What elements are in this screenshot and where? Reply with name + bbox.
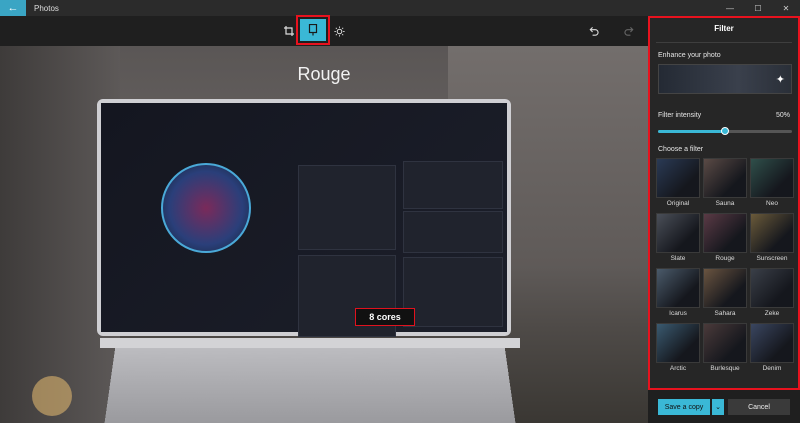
laptop-keyboard: [104, 347, 516, 423]
filter-thumbnail: [656, 213, 700, 253]
watermark-logo: [32, 376, 72, 416]
photo-preview: Rouge 8 cores: [0, 46, 648, 423]
intensity-label: Filter intensity: [658, 112, 702, 119]
save-options-dropdown[interactable]: ⌄: [712, 399, 724, 415]
save-copy-button[interactable]: Save a copy: [658, 399, 710, 415]
filter-name: Icarus: [669, 310, 687, 317]
filter-option[interactable]: Rouge: [703, 213, 747, 262]
crop-icon: [284, 26, 294, 36]
filter-thumbnail: [656, 158, 700, 198]
slider-thumb[interactable]: [721, 127, 729, 135]
divider: [656, 42, 792, 43]
undo-icon: [589, 26, 599, 36]
armoury-crate-screen: [101, 103, 507, 337]
filter-name: Arctic: [669, 365, 687, 372]
filter-name: Denim: [762, 365, 782, 372]
back-arrow-icon: ←: [7, 2, 19, 14]
title-bar: ← Photos — ☐ ✕: [0, 0, 800, 16]
filter-option[interactable]: Sauna: [703, 158, 747, 207]
filter-option[interactable]: Sunscreen: [750, 213, 794, 262]
action-footer: Save a copy ⌄ Cancel: [648, 390, 800, 423]
filter-button[interactable]: [296, 15, 330, 45]
laptop-screen: [97, 99, 511, 337]
back-button[interactable]: ←: [0, 0, 26, 16]
filter-option[interactable]: Denim: [750, 323, 794, 372]
filter-name: Zeke: [764, 310, 780, 317]
filter-thumbnail: [750, 213, 794, 253]
filter-option[interactable]: Arctic: [656, 323, 700, 372]
filter-thumbnail: [703, 213, 747, 253]
chevron-down-icon: ⌄: [715, 404, 721, 411]
fan-speed-panel: [403, 211, 503, 253]
cpu-stats-panel: [298, 165, 396, 250]
filter-option[interactable]: Neo: [750, 158, 794, 207]
filter-option[interactable]: Burlesque: [703, 323, 747, 372]
filter-name: Burlesque: [710, 365, 740, 372]
filter-panel: Filter Enhance your photo ✦ Filter inten…: [648, 16, 800, 390]
redo-button[interactable]: [622, 19, 636, 43]
brightness-icon: [333, 25, 345, 37]
magic-wand-icon: ✦: [775, 74, 785, 86]
system-config-panel: [403, 257, 503, 327]
filter-name: Sahara: [714, 310, 736, 317]
edit-toolbar: [0, 15, 648, 46]
redo-icon: [623, 26, 633, 36]
filter-panel-title: Filter: [714, 24, 734, 33]
filter-name: Sauna: [715, 200, 735, 207]
filter-name: Slate: [670, 255, 686, 262]
filter-thumbnail: [656, 268, 700, 308]
maximize-button[interactable]: ☐: [744, 0, 772, 16]
filter-thumbnail: [750, 268, 794, 308]
filter-thumbnail: [656, 323, 700, 363]
filter-thumbnail: [703, 268, 747, 308]
slider-fill: [658, 130, 725, 133]
filter-thumbnail: [703, 323, 747, 363]
filter-name: Rouge: [715, 255, 735, 262]
crop-button[interactable]: [282, 19, 296, 43]
memory-panel: [403, 161, 503, 209]
enhance-photo-button[interactable]: ✦: [658, 64, 792, 94]
close-button[interactable]: ✕: [772, 0, 800, 16]
enhance-label: Enhance your photo: [658, 52, 721, 59]
filter-option[interactable]: Slate: [656, 213, 700, 262]
minimize-button[interactable]: —: [716, 0, 744, 16]
filter-thumbnail: [703, 158, 747, 198]
choose-filter-label: Choose a filter: [658, 146, 704, 153]
undo-button[interactable]: [586, 19, 600, 43]
filter-option[interactable]: Original: [656, 158, 700, 207]
filter-option[interactable]: Zeke: [750, 268, 794, 317]
intensity-value: 50%: [775, 112, 790, 119]
filter-option[interactable]: Icarus: [656, 268, 700, 317]
filter-grid: Original Sauna Neo Slate Rouge Sunscreen…: [656, 158, 794, 372]
filter-thumbnail: [750, 323, 794, 363]
intensity-slider[interactable]: [658, 127, 792, 135]
filter-name: Original: [666, 200, 690, 207]
filter-icon: [308, 24, 318, 36]
filter-thumbnail: [750, 158, 794, 198]
adjust-button[interactable]: [332, 19, 346, 43]
filter-option[interactable]: Sahara: [703, 268, 747, 317]
laptop-hinge: [100, 338, 520, 348]
filter-name: Neo: [766, 200, 778, 207]
filter-name: Sunscreen: [756, 255, 788, 262]
cores-badge: 8 cores: [355, 308, 415, 326]
performance-radar-graphic: [161, 163, 251, 253]
window-controls: — ☐ ✕: [716, 0, 800, 16]
applied-filter-name: Rouge: [297, 64, 351, 84]
cancel-button[interactable]: Cancel: [728, 399, 790, 415]
app-title: Photos: [34, 3, 59, 13]
